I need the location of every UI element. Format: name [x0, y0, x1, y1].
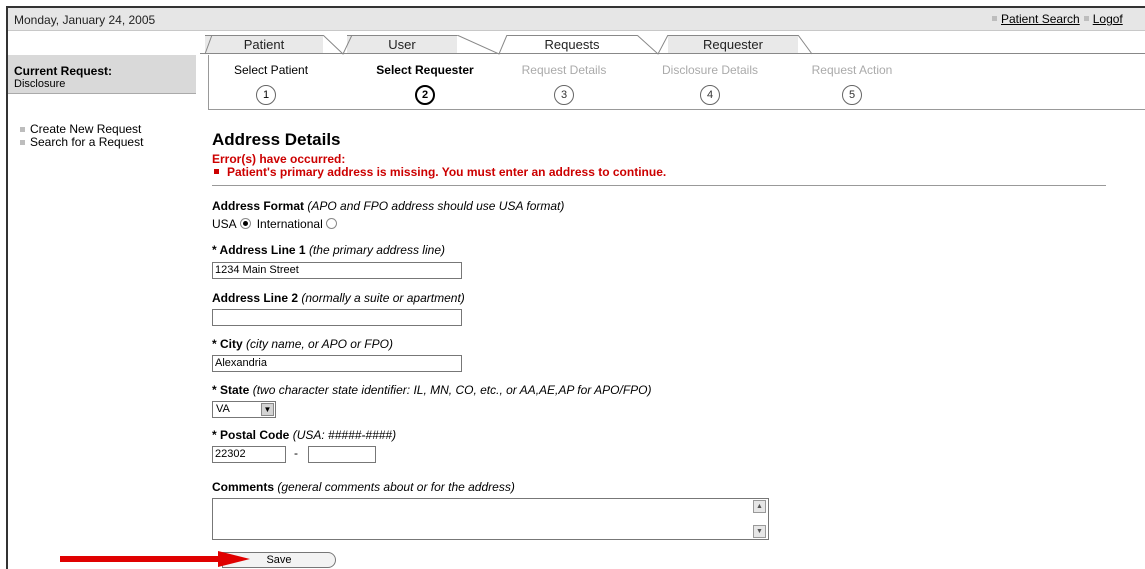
comments-textarea[interactable]: ▲ ▼ [212, 498, 769, 540]
error-bullet-icon [214, 169, 219, 174]
sidebar-item-label: Search for a Request [30, 135, 144, 149]
top-bar: Monday, January 24, 2005 Patient Search L… [8, 8, 1145, 31]
sidebar-item-search-request[interactable]: Search for a Request [20, 136, 143, 149]
bullet-icon [1083, 16, 1089, 21]
postal-separator: - [294, 446, 298, 460]
step-disclosure-details: Disclosure Details 4 [647, 63, 773, 105]
current-request-box: Current Request: Disclosure [8, 55, 196, 94]
postal-code-label: * Postal Code (USA: #####-####) [212, 428, 397, 442]
radio-international[interactable] [325, 218, 337, 230]
city-hint: (city name, or APO or FPO) [246, 337, 393, 351]
wizard-steps: Select Patient 1 Select Requester 2 Requ… [208, 55, 1145, 110]
current-request-label: Current Request: [14, 64, 113, 78]
step-request-details: Request Details 3 [509, 63, 619, 105]
step-label: Disclosure Details [661, 63, 759, 77]
patient-search-link[interactable]: Patient Search [1001, 12, 1080, 26]
state-label: * State (two character state identifier:… [212, 383, 652, 397]
step-number: 2 [415, 85, 435, 105]
chevron-down-icon[interactable]: ▼ [261, 403, 274, 416]
scroll-up-icon[interactable]: ▲ [753, 500, 766, 513]
city-input[interactable]: Alexandria [212, 355, 462, 372]
bullet-icon [992, 16, 997, 21]
current-request-value: Disclosure [14, 78, 66, 90]
top-links: Patient Search Logof [988, 12, 1123, 26]
bullet-icon [20, 140, 25, 146]
address-line2-input[interactable] [212, 309, 462, 326]
tab-dividers [204, 35, 813, 55]
page-title: Address Details [212, 130, 341, 149]
divider [212, 185, 1106, 186]
postal-extension-input[interactable] [308, 446, 376, 463]
logoff-link[interactable]: Logof [1093, 12, 1123, 26]
error-heading: Error(s) have occurred: [212, 152, 346, 166]
address-line2-hint: (normally a suite or apartment) [301, 291, 465, 305]
step-select-patient[interactable]: Select Patient 1 [234, 63, 309, 105]
step-number: 3 [554, 85, 574, 105]
step-number: 1 [256, 85, 276, 105]
tab-baseline [200, 53, 1145, 54]
step-label: Select Requester [376, 63, 474, 77]
bullet-icon [20, 127, 25, 133]
step-label: Request Action [811, 63, 893, 77]
current-date: Monday, January 24, 2005 [14, 13, 156, 27]
sidebar-nav: Create New Request Search for a Request [20, 123, 143, 149]
address-line1-input[interactable]: 1234 Main Street [212, 262, 462, 279]
red-arrow-icon [60, 551, 250, 567]
address-format-label: Address Format (APO and FPO address shou… [212, 199, 565, 213]
state-hint: (two character state identifier: IL, MN,… [252, 383, 652, 397]
address-line1-label: * Address Line 1 (the primary address li… [212, 243, 445, 257]
comments-hint: (general comments about or for the addre… [277, 480, 515, 494]
address-line1-hint: (the primary address line) [308, 243, 445, 257]
error-message-row: Patient's primary address is missing. Yo… [212, 165, 666, 179]
city-label: * City (city name, or APO or FPO) [212, 337, 393, 351]
comments-label: Comments (general comments about or for … [212, 480, 515, 494]
scroll-down-icon[interactable]: ▼ [753, 525, 766, 538]
address-format-hint: (APO and FPO address should use USA form… [307, 199, 565, 213]
postal-code-input[interactable]: 22302 [212, 446, 286, 463]
step-select-requester[interactable]: Select Requester 2 [355, 63, 495, 105]
error-message: Patient's primary address is missing. Yo… [227, 165, 667, 179]
step-request-action: Request Action 5 [797, 63, 907, 105]
postal-code-hint: (USA: #####-####) [292, 428, 397, 442]
step-label: Select Patient [234, 63, 309, 77]
step-number: 4 [700, 85, 720, 105]
radio-usa[interactable] [239, 218, 251, 230]
address-line2-label: Address Line 2 (normally a suite or apar… [212, 291, 465, 305]
state-value: VA [216, 403, 230, 415]
address-format-options: USA International [212, 217, 343, 231]
step-number: 5 [842, 85, 862, 105]
step-label: Request Details [521, 63, 607, 77]
state-select[interactable]: VA ▼ [212, 401, 276, 418]
sidebar-item-label: Create New Request [30, 122, 142, 136]
radio-usa-label: USA [212, 217, 237, 231]
radio-international-label: International [256, 217, 323, 231]
